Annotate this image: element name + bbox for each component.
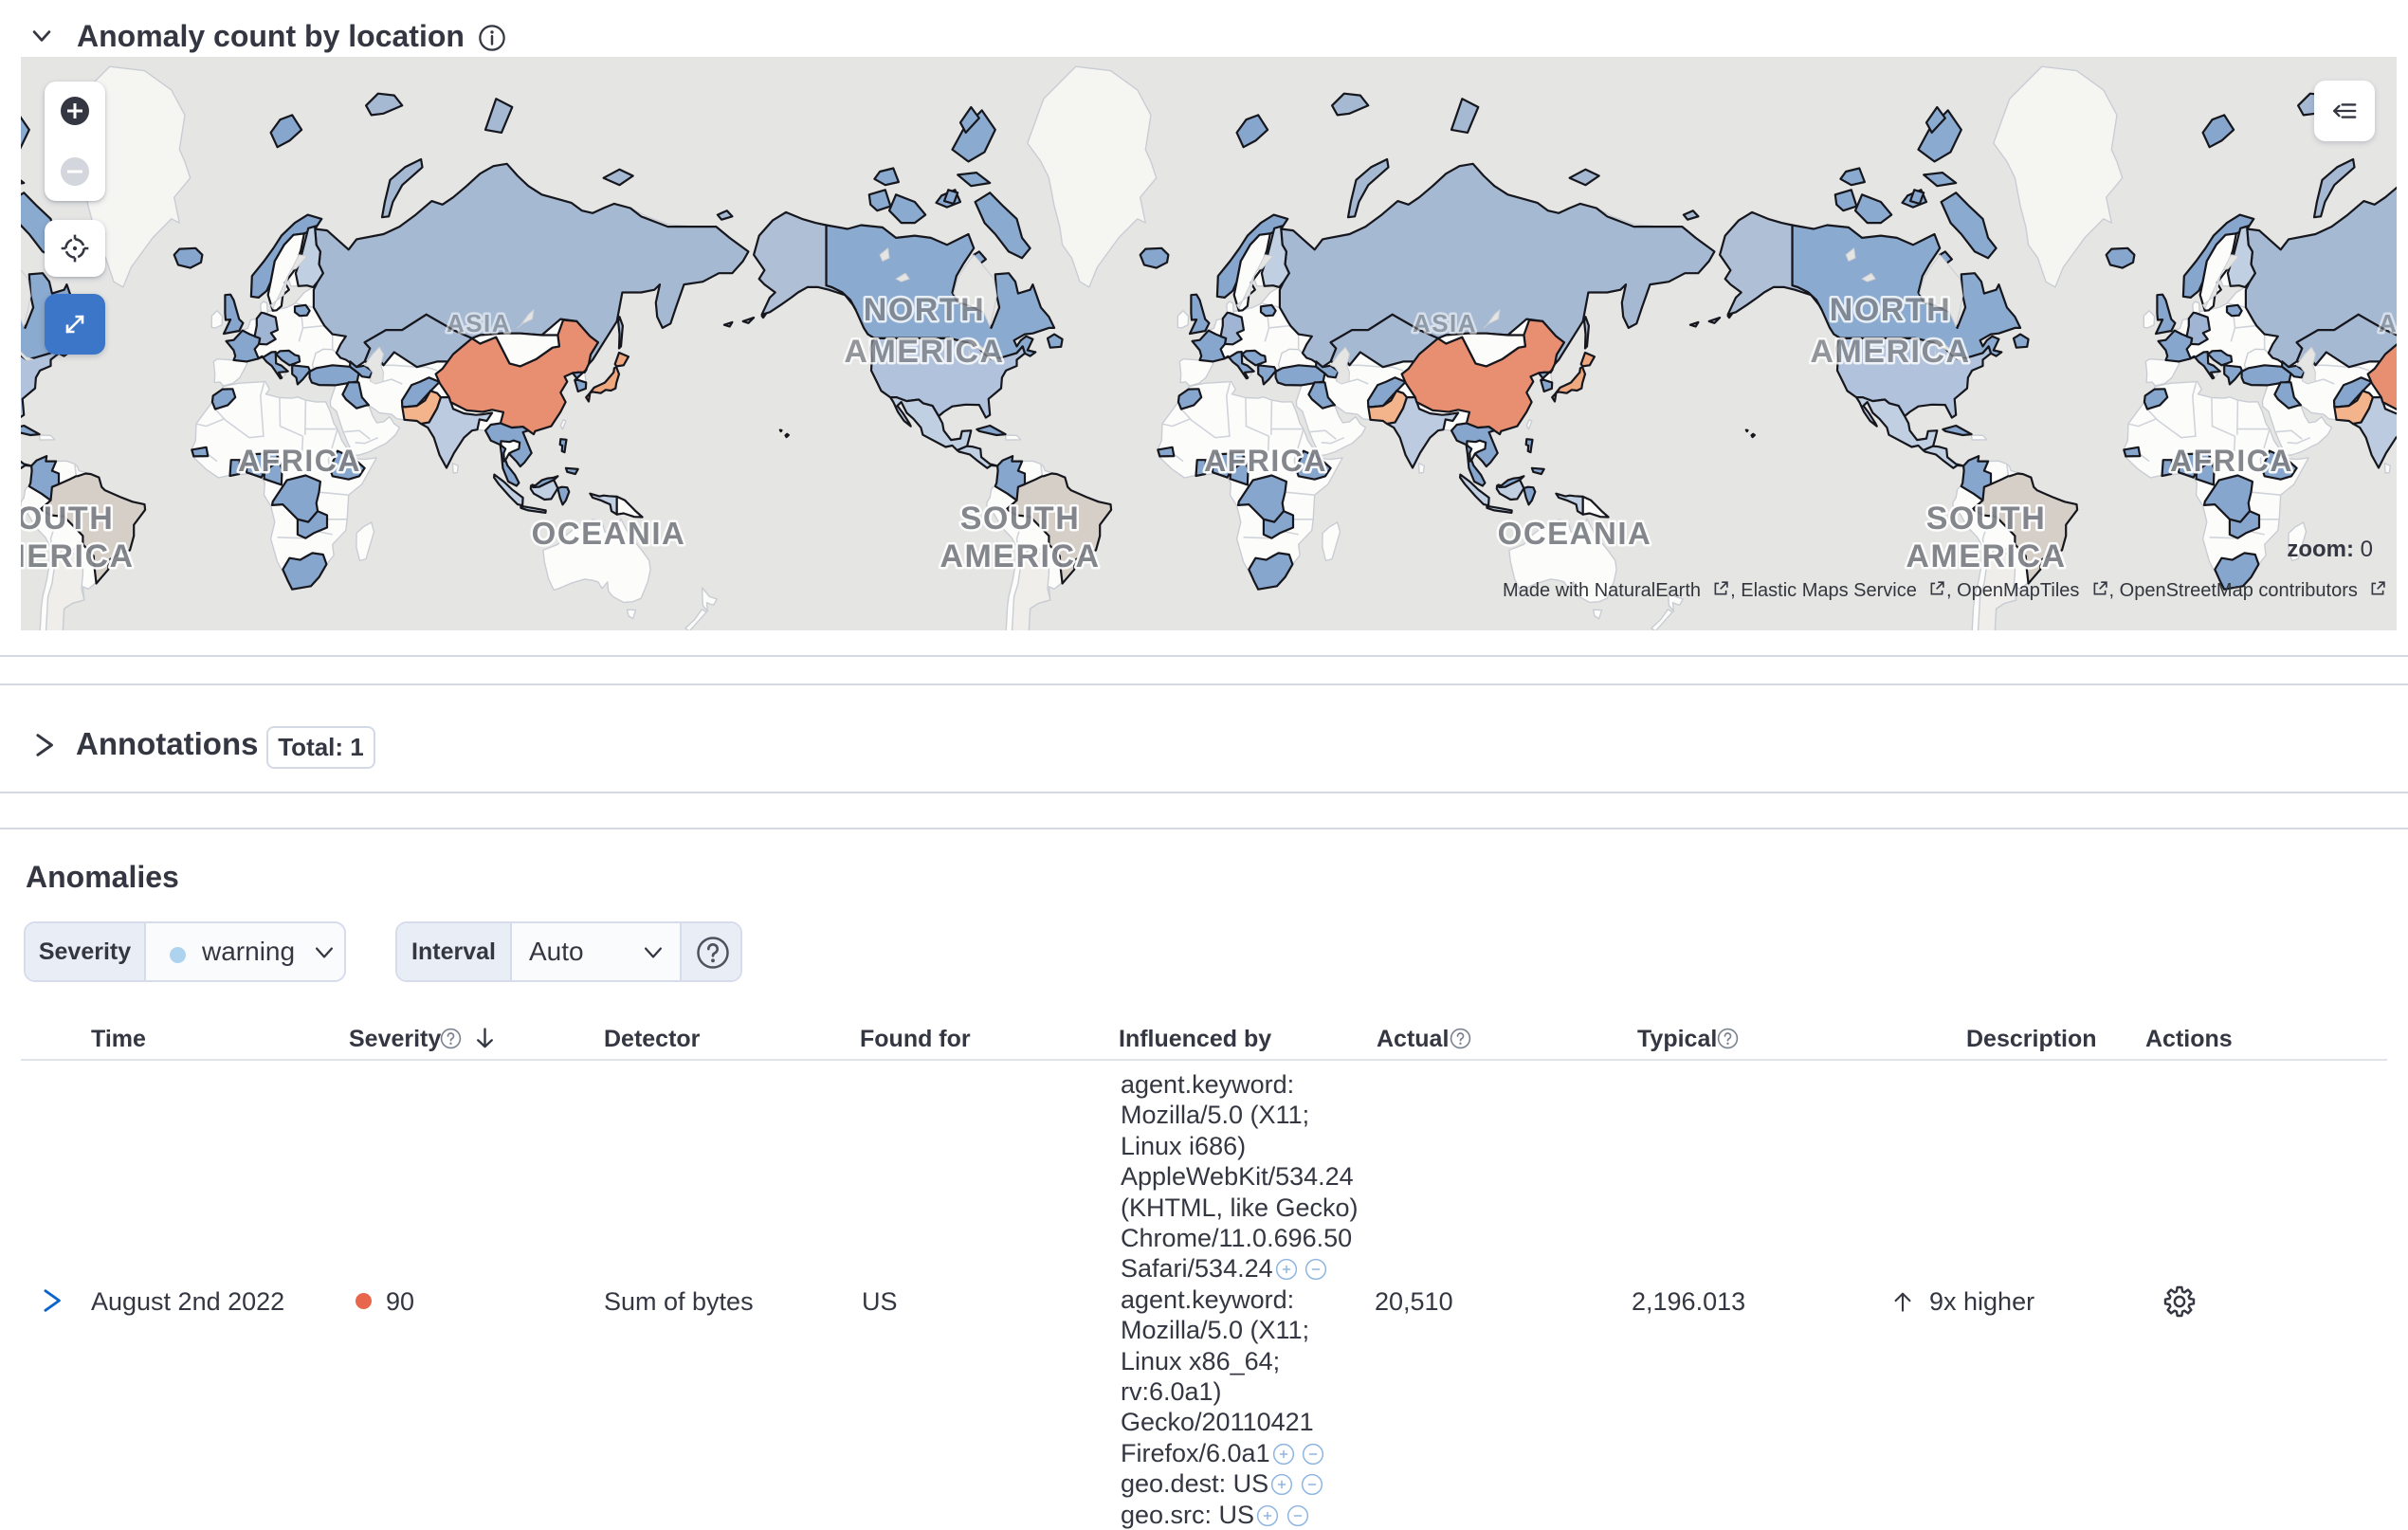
svg-text:AFRICA: AFRICA <box>1204 444 1327 478</box>
svg-text:ASIA: ASIA <box>1413 309 1477 337</box>
svg-text:NORTH: NORTH <box>864 292 985 328</box>
svg-text:OCEANIA: OCEANIA <box>1498 516 1652 551</box>
svg-text:OCEANIA: OCEANIA <box>532 516 686 551</box>
svg-text:AFRICA: AFRICA <box>2170 444 2293 478</box>
svg-text:ASIA: ASIA <box>447 309 511 337</box>
svg-text:AMERICA: AMERICA <box>844 334 1004 370</box>
svg-text:AMERICA: AMERICA <box>1906 538 2066 574</box>
svg-text:SOUTH: SOUTH <box>21 501 114 537</box>
svg-text:SOUTH: SOUTH <box>960 501 1081 537</box>
svg-text:SOUTH: SOUTH <box>1926 501 2047 537</box>
svg-text:AMERICA: AMERICA <box>1810 334 1970 370</box>
svg-text:AMERICA: AMERICA <box>939 538 1100 574</box>
svg-text:AFRICA: AFRICA <box>238 444 361 478</box>
svg-text:AMERICA: AMERICA <box>21 538 135 574</box>
svg-text:NORTH: NORTH <box>1830 292 1951 328</box>
svg-text:ASIA: ASIA <box>2379 309 2397 337</box>
